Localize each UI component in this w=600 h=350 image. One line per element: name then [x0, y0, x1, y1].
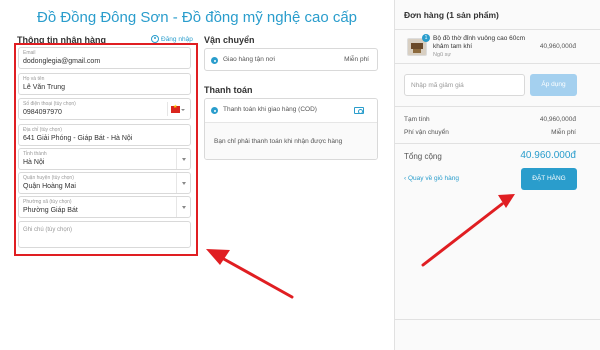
place-order-button[interactable]: ĐẶT HÀNG — [521, 168, 577, 190]
payment-option-label: Thanh toán khi giao hàng (COD) — [223, 106, 317, 113]
total-label: Tổng cộng — [404, 152, 442, 161]
divider — [395, 319, 600, 320]
shipping-fee-value: Miễn phí — [551, 129, 576, 136]
shipping-fee-label: Phí vận chuyển — [404, 129, 449, 136]
order-heading: Đơn hàng (1 sản phẩm) — [404, 10, 499, 20]
highlight-frame — [14, 43, 198, 256]
subtotal-label: Tạm tính — [404, 116, 430, 123]
payment-description: Bạn chỉ phải thanh toán khi nhận được hà… — [214, 138, 343, 145]
shipping-option[interactable]: Giao hàng tận nơi Miễn phí — [204, 48, 378, 71]
subtotal-value: 40,960,000đ — [539, 116, 576, 123]
payment-option[interactable]: Thanh toán khi giao hàng (COD) Bạn chỉ p… — [204, 98, 378, 160]
product-name-line1: Bộ đồ thờ đỉnh vuông cao 60cm — [433, 35, 526, 42]
quantity-badge: 1 — [422, 34, 430, 42]
divider — [395, 29, 600, 30]
product-name-line2: khảm tam khí — [433, 43, 473, 50]
shipping-option-label: Giao hàng tận nơi — [223, 56, 275, 63]
back-to-cart-link[interactable]: ‹ Quay về giỏ hàng — [404, 175, 459, 182]
cash-icon — [354, 107, 364, 114]
store-title: Đồ Đồng Đông Sơn - Đồ đồng mỹ nghệ cao c… — [36, 9, 358, 26]
coupon-input[interactable]: Nhập mã giảm giá — [404, 74, 525, 96]
product-price: 40,960,000đ — [539, 43, 576, 50]
divider — [395, 143, 600, 144]
product-variant: Ngũ sự — [433, 52, 452, 58]
shipping-price: Miễn phí — [344, 56, 369, 63]
payment-heading: Thanh toán — [204, 85, 253, 95]
total-value: 40.960.000đ — [520, 150, 576, 161]
divider — [395, 106, 600, 107]
login-link-label: Đăng nhập — [161, 35, 193, 43]
coupon-input-placeholder: Nhập mã giảm giá — [411, 82, 464, 89]
back-to-cart-label: Quay về giỏ hàng — [407, 175, 459, 182]
radio-selected-icon[interactable] — [211, 107, 218, 114]
login-link[interactable]: Đăng nhập — [151, 35, 193, 43]
arrow-to-form — [206, 249, 294, 299]
shipping-heading: Vận chuyển — [204, 35, 255, 45]
user-icon — [151, 35, 159, 43]
apply-coupon-button[interactable]: Áp dụng — [530, 74, 577, 96]
divider — [395, 63, 600, 64]
radio-selected-icon[interactable] — [211, 57, 218, 64]
